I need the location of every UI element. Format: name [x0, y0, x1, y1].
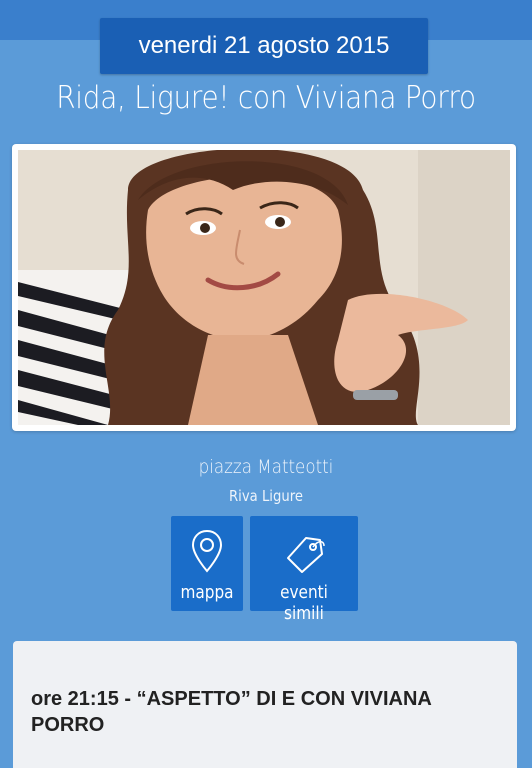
event-photo[interactable]	[18, 150, 510, 425]
map-button-label: mappa	[180, 582, 234, 603]
map-pin-icon	[171, 528, 243, 581]
event-venue: piazza Matteotti	[198, 456, 334, 478]
event-photo-frame	[12, 144, 516, 431]
tag-icon	[250, 528, 358, 581]
event-city: Riva Ligure	[229, 487, 303, 505]
similar-events-button[interactable]: eventi simili	[250, 516, 358, 624]
event-details-card: ore 21:15 - “ASPETTO” DI E CON VIVIANA P…	[13, 641, 517, 768]
event-date-badge: venerdi 21 agosto 2015	[100, 18, 428, 74]
event-details-text: ore 21:15 - “ASPETTO” DI E CON VIVIANA P…	[31, 688, 432, 736]
similar-events-button-label: eventi simili	[280, 582, 328, 624]
event-title: Rida, Ligure! con Viviana Porro	[56, 80, 476, 116]
map-button[interactable]: mappa	[171, 516, 243, 611]
